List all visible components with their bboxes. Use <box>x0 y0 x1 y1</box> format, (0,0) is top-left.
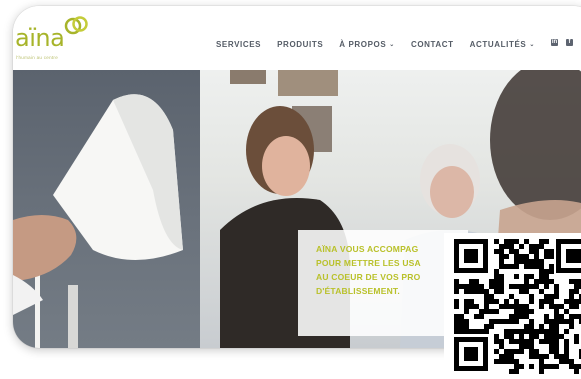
facebook-icon[interactable]: f <box>566 39 573 46</box>
qr-code[interactable] <box>444 233 581 374</box>
logo-rings-icon <box>64 16 88 35</box>
logo-wordmark: aïna <box>15 24 65 52</box>
linkedin-icon[interactable]: in <box>551 39 558 46</box>
lamp-illustration <box>13 94 183 348</box>
hero-tagline-line: AU COEUR DE VOS PRO <box>316 272 421 282</box>
hero-tagline-line: AÏNA VOUS ACCOMPAG <box>316 244 419 254</box>
logo-tagline: l'humain au centre <box>16 55 59 60</box>
nav-services[interactable]: SERVICES <box>216 40 261 49</box>
nav-label: À PROPOS <box>339 40 387 49</box>
hero-tagline-line: POUR METTRE LES USA <box>316 258 421 268</box>
main-nav: SERVICES PRODUITS À PROPOS ⌄ CONTACT ACTU… <box>216 40 551 49</box>
nav-contact[interactable]: CONTACT <box>411 40 454 49</box>
nav-a-propos[interactable]: À PROPOS ⌄ <box>339 40 395 49</box>
qr-code-icon <box>444 233 581 374</box>
nav-actualites[interactable]: ACTUALITÉS ⌄ <box>470 40 535 49</box>
logo[interactable]: aïna l'humain au centre <box>15 16 95 64</box>
nav-label: CONTACT <box>410 40 454 49</box>
nav-label: PRODUITS <box>277 40 324 49</box>
site-header: aïna l'humain au centre SERVICES PRODUIT… <box>13 6 581 70</box>
chevron-down-icon: ⌄ <box>389 42 395 48</box>
nav-label: ACTUALITÉS <box>469 40 527 49</box>
chevron-down-icon: ⌄ <box>529 42 535 48</box>
hero-tagline-line: D'ÉTABLISSEMENT. <box>316 286 400 296</box>
hero-tagline-box: AÏNA VOUS ACCOMPAG POUR METTRE LES USA A… <box>298 230 468 336</box>
hero-photo-lamp <box>13 70 200 348</box>
nav-produits[interactable]: PRODUITS <box>277 40 323 49</box>
social-links: in f <box>551 39 573 46</box>
nav-label: SERVICES <box>216 40 262 49</box>
